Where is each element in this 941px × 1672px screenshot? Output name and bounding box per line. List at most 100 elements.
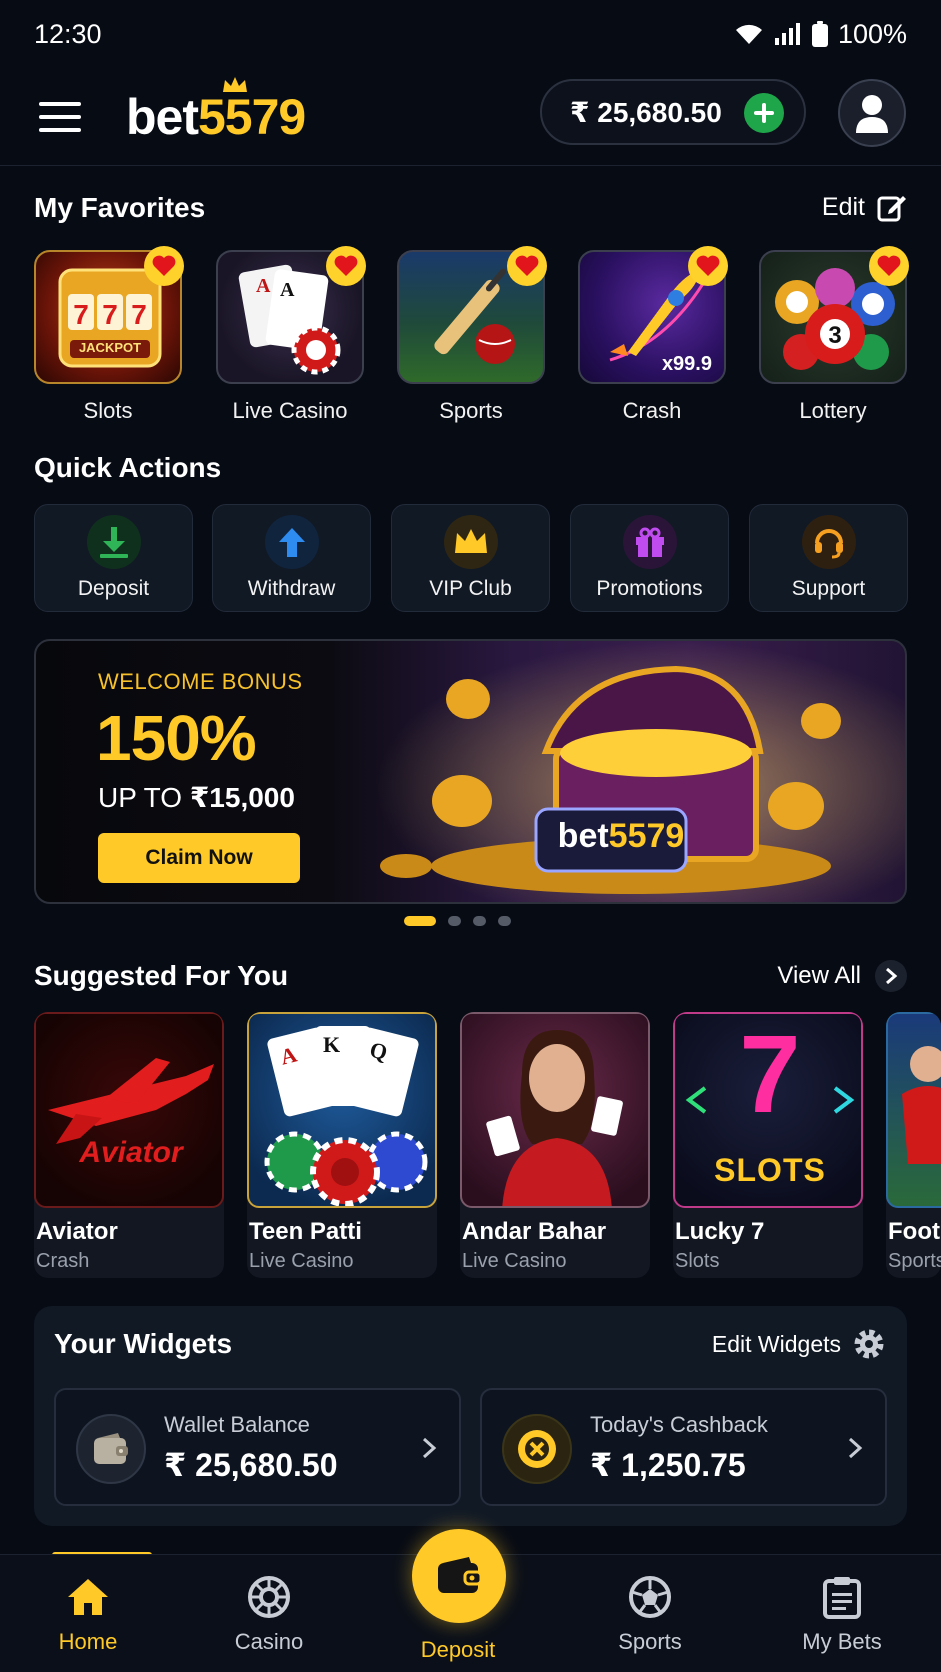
quick-action-promotions[interactable]: Promotions — [570, 504, 729, 612]
nav-label: Sports — [618, 1629, 682, 1654]
quick-action-withdraw[interactable]: Withdraw — [212, 504, 371, 612]
game-card-andar-bahar[interactable]: Andar Bahar Live Casino — [460, 1012, 650, 1278]
cashback-coin-icon — [502, 1414, 572, 1484]
menu-button[interactable] — [34, 91, 86, 143]
game-category: Crash — [36, 1250, 90, 1272]
favorite-heart-button[interactable] — [869, 246, 909, 286]
lucky-7-thumbnail: 7 SLOTS — [673, 1012, 863, 1208]
game-category: Live Casino — [462, 1250, 567, 1272]
wifi-icon — [734, 22, 764, 46]
treasure-chest-icon — [376, 641, 905, 902]
battery-percent: 100% — [837, 18, 907, 49]
profile-avatar[interactable] — [838, 79, 906, 147]
game-name: Teen Patti — [249, 1218, 362, 1245]
quick-action-vip-club[interactable]: VIP Club — [391, 504, 550, 612]
favorite-heart-button[interactable] — [507, 246, 547, 286]
widget-value: ₹ 1,250.75 — [590, 1447, 746, 1483]
widgets-panel: Your Widgets Edit Widgets Wallet Balance… — [34, 1306, 907, 1526]
svg-text:3: 3 — [828, 322, 841, 349]
favorite-label: Crash — [622, 398, 682, 423]
quick-action-label: VIP Club — [429, 577, 512, 600]
pagination-dot[interactable] — [498, 916, 511, 926]
nav-sports[interactable]: Sports — [580, 1575, 720, 1655]
heart-icon — [696, 255, 720, 276]
favorite-live-casino[interactable]: A A Live Casino — [216, 246, 366, 424]
andar-bahar-thumbnail — [460, 1012, 650, 1208]
headset-icon — [801, 515, 856, 569]
widget-label: Today's Cashback — [590, 1412, 768, 1437]
favorite-lottery[interactable]: 3 Lottery — [759, 246, 909, 424]
add-funds-button[interactable] — [744, 93, 784, 133]
wallet-icon — [76, 1414, 146, 1484]
banner-chest-logo: bet5579 — [557, 817, 685, 855]
svg-text:A: A — [256, 275, 271, 297]
favorite-label: Lottery — [799, 398, 867, 423]
cashback-widget[interactable]: Today's Cashback ₹ 1,250.75 — [480, 1388, 887, 1506]
game-name: Lucky 7 — [675, 1218, 765, 1245]
jackpot-label: JACKPOT — [78, 340, 142, 355]
wallet-icon — [438, 1557, 483, 1593]
clipboard-icon — [823, 1577, 861, 1619]
view-all-label: View All — [777, 962, 861, 989]
status-bar: 12:30 100% — [0, 0, 941, 68]
game-name: Andar Bahar — [462, 1218, 607, 1245]
nav-deposit-button[interactable] — [412, 1529, 506, 1623]
bottom-nav: Home Casino Deposit Sports My Bets — [0, 1529, 941, 1672]
favorite-sports[interactable]: Sports — [397, 246, 547, 424]
game-card-football[interactable]: Footb Sports — [886, 1012, 941, 1278]
gear-icon — [854, 1329, 884, 1359]
pagination-dot[interactable] — [448, 916, 461, 926]
svg-text:7: 7 — [131, 299, 147, 330]
favorite-heart-button[interactable] — [688, 246, 728, 286]
upload-icon — [264, 515, 319, 569]
banner-pagination — [404, 916, 511, 926]
wallet-balance-widget[interactable]: Wallet Balance ₹ 25,680.50 — [54, 1388, 461, 1506]
edit-widgets-button[interactable]: Edit Widgets — [712, 1328, 885, 1360]
plus-icon — [754, 103, 774, 123]
signal-icon — [774, 22, 802, 46]
nav-home[interactable]: Home — [18, 1575, 158, 1655]
brand-logo[interactable]: bet5579 — [126, 76, 306, 146]
football-icon — [629, 1576, 671, 1618]
game-category: Live Casino — [249, 1250, 354, 1272]
view-all-button[interactable]: View All — [777, 960, 907, 992]
sports-thumbnail — [397, 246, 547, 384]
slots-thumbnail: 7 7 7 JACKPOT — [34, 246, 184, 384]
nav-label: Home — [58, 1629, 118, 1654]
aviator-thumbnail: Aviator — [34, 1012, 224, 1208]
widgets-title: Your Widgets — [54, 1328, 233, 1359]
favorites-edit-button[interactable]: Edit — [822, 192, 907, 222]
quick-action-deposit[interactable]: Deposit — [34, 504, 193, 612]
favorite-crash[interactable]: x99.9 Crash — [578, 246, 728, 424]
svg-text:K: K — [323, 1032, 340, 1057]
dealer-image — [486, 1030, 623, 1206]
nav-label: Casino — [234, 1629, 304, 1654]
banner-kicker: WELCOME BONUS — [98, 669, 303, 694]
favorite-heart-button[interactable] — [326, 246, 366, 286]
claim-now-button[interactable]: Claim Now — [98, 833, 300, 883]
game-name: Aviator — [36, 1218, 118, 1245]
quick-action-support[interactable]: Support — [749, 504, 908, 612]
favorite-slots[interactable]: 7 7 7 JACKPOT Slots — [34, 246, 184, 424]
status-indicators: 100% — [734, 19, 907, 50]
crown-icon — [443, 515, 498, 569]
nav-casino[interactable]: Casino — [199, 1575, 339, 1655]
quick-actions-title: Quick Actions — [34, 452, 222, 483]
game-card-aviator[interactable]: Aviator Aviator Crash — [34, 1012, 224, 1278]
heart-icon — [515, 255, 539, 276]
status-time: 12:30 — [34, 18, 102, 49]
suggested-title: Suggested For You — [34, 960, 289, 991]
quick-action-label: Withdraw — [247, 577, 336, 600]
edit-widgets-label: Edit Widgets — [711, 1330, 841, 1357]
game-card-teen-patti[interactable]: A K Q Teen Patti Live Casino — [247, 1012, 437, 1278]
favorite-label: Live Casino — [232, 398, 348, 423]
game-card-lucky-7[interactable]: 7 SLOTS Lucky 7 Slots — [673, 1012, 863, 1278]
pagination-dot[interactable] — [473, 916, 486, 926]
football-player-image — [902, 1046, 941, 1164]
favorite-heart-button[interactable] — [144, 246, 184, 286]
balance-pill[interactable]: ₹ 25,680.50 — [540, 79, 806, 145]
pagination-dot-active[interactable] — [404, 916, 436, 926]
nav-my-bets[interactable]: My Bets — [772, 1575, 912, 1655]
download-icon — [86, 515, 141, 569]
welcome-bonus-banner[interactable]: WELCOME BONUS 150% UP TO ₹15,000 Claim N… — [34, 639, 907, 904]
